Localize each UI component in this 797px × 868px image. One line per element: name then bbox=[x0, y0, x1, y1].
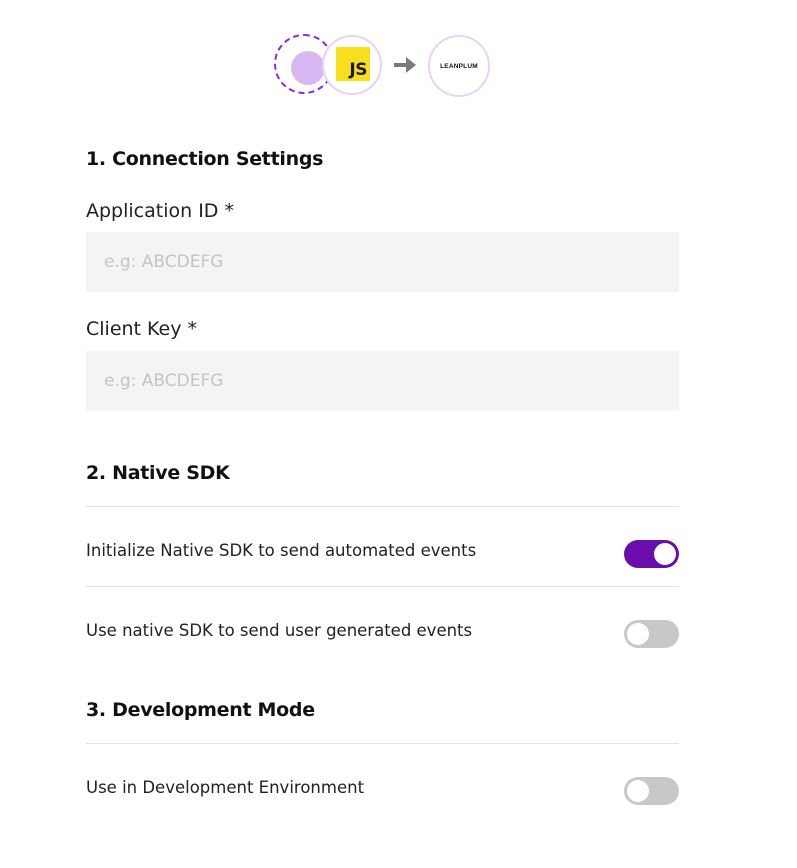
development-environment-label: Use in Development Environment bbox=[86, 778, 365, 797]
js-badge: JS bbox=[336, 47, 370, 81]
client-key-input[interactable] bbox=[86, 351, 679, 411]
section-title-development-mode: 3. Development Mode bbox=[86, 699, 315, 721]
initialize-native-sdk-toggle[interactable] bbox=[624, 540, 679, 568]
javascript-source-icon: JS bbox=[322, 35, 382, 95]
leanplum-logo-text: LEANPLUM bbox=[440, 62, 478, 70]
toggle-knob bbox=[654, 543, 676, 565]
destination-settings-page: JS LEANPLUM 1. Connection Settings Appli… bbox=[0, 0, 797, 868]
source-dot bbox=[291, 51, 325, 85]
section-title-connection: 1. Connection Settings bbox=[86, 148, 324, 170]
user-generated-events-label: Use native SDK to send user generated ev… bbox=[86, 621, 473, 640]
connection-logos: JS LEANPLUM bbox=[274, 34, 494, 98]
application-id-input[interactable] bbox=[86, 232, 679, 292]
application-id-label: Application ID * bbox=[86, 200, 234, 222]
arrow-right-icon bbox=[394, 57, 416, 73]
user-generated-events-toggle[interactable] bbox=[624, 620, 679, 648]
section-title-native-sdk: 2. Native SDK bbox=[86, 462, 230, 484]
initialize-native-sdk-label: Initialize Native SDK to send automated … bbox=[86, 541, 477, 560]
toggle-knob bbox=[627, 780, 649, 802]
divider bbox=[86, 743, 679, 744]
leanplum-destination-icon: LEANPLUM bbox=[428, 35, 490, 97]
toggle-knob bbox=[627, 623, 649, 645]
divider bbox=[86, 586, 679, 587]
client-key-label: Client Key * bbox=[86, 318, 198, 340]
divider bbox=[86, 506, 679, 507]
development-environment-toggle[interactable] bbox=[624, 777, 679, 805]
